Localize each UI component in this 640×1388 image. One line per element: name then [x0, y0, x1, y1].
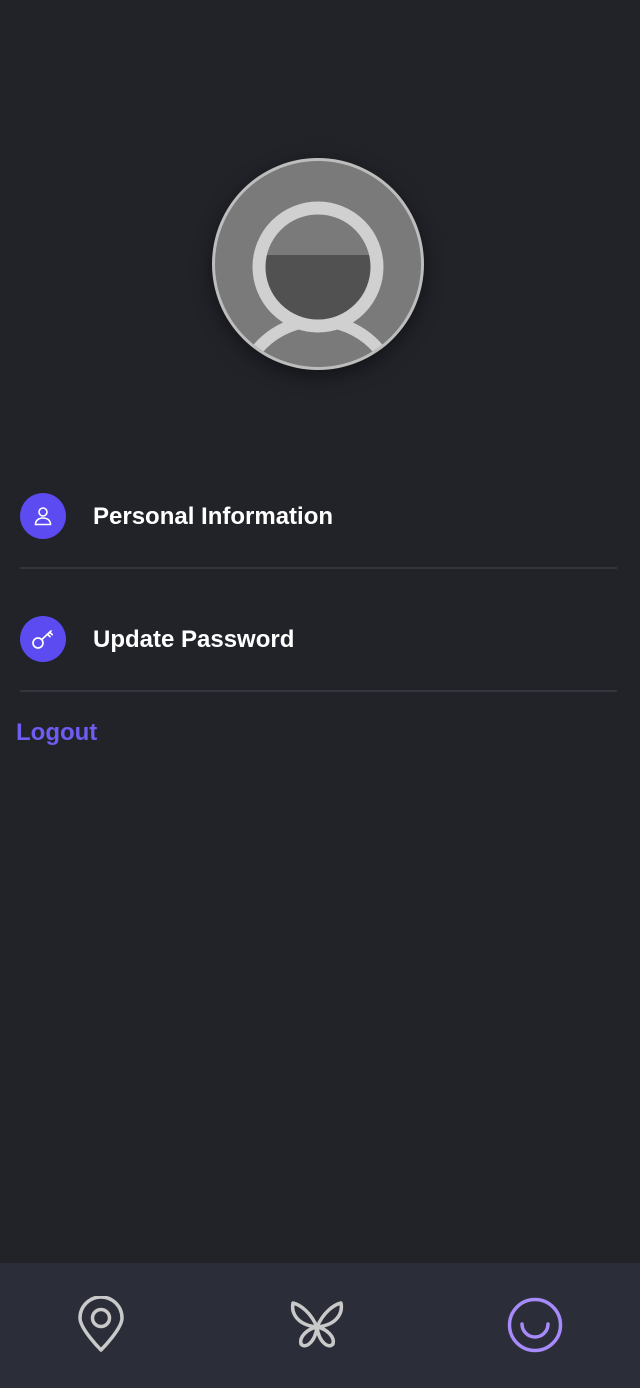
nav-profile-button[interactable] [503, 1293, 567, 1357]
update-password-row[interactable]: Update Password [20, 616, 617, 692]
user-icon [20, 493, 66, 539]
personal-information-label: Personal Information [93, 503, 334, 530]
butterfly-icon [290, 1301, 344, 1348]
profile-avatar[interactable] [211, 157, 425, 371]
map-pin-icon [78, 1296, 124, 1352]
nav-map-button[interactable] [69, 1293, 133, 1357]
personal-information-row[interactable]: Personal Information [20, 493, 617, 569]
default-user-avatar-icon [212, 158, 424, 370]
logout-button[interactable]: Logout [16, 719, 97, 747]
update-password-label: Update Password [93, 626, 295, 653]
key-icon [20, 616, 66, 662]
profile-screen: Personal Information Update Password Log… [0, 0, 640, 1388]
smile-icon [507, 1297, 563, 1353]
bottom-navigation [0, 1263, 640, 1388]
nav-butterfly-button[interactable] [285, 1293, 349, 1357]
